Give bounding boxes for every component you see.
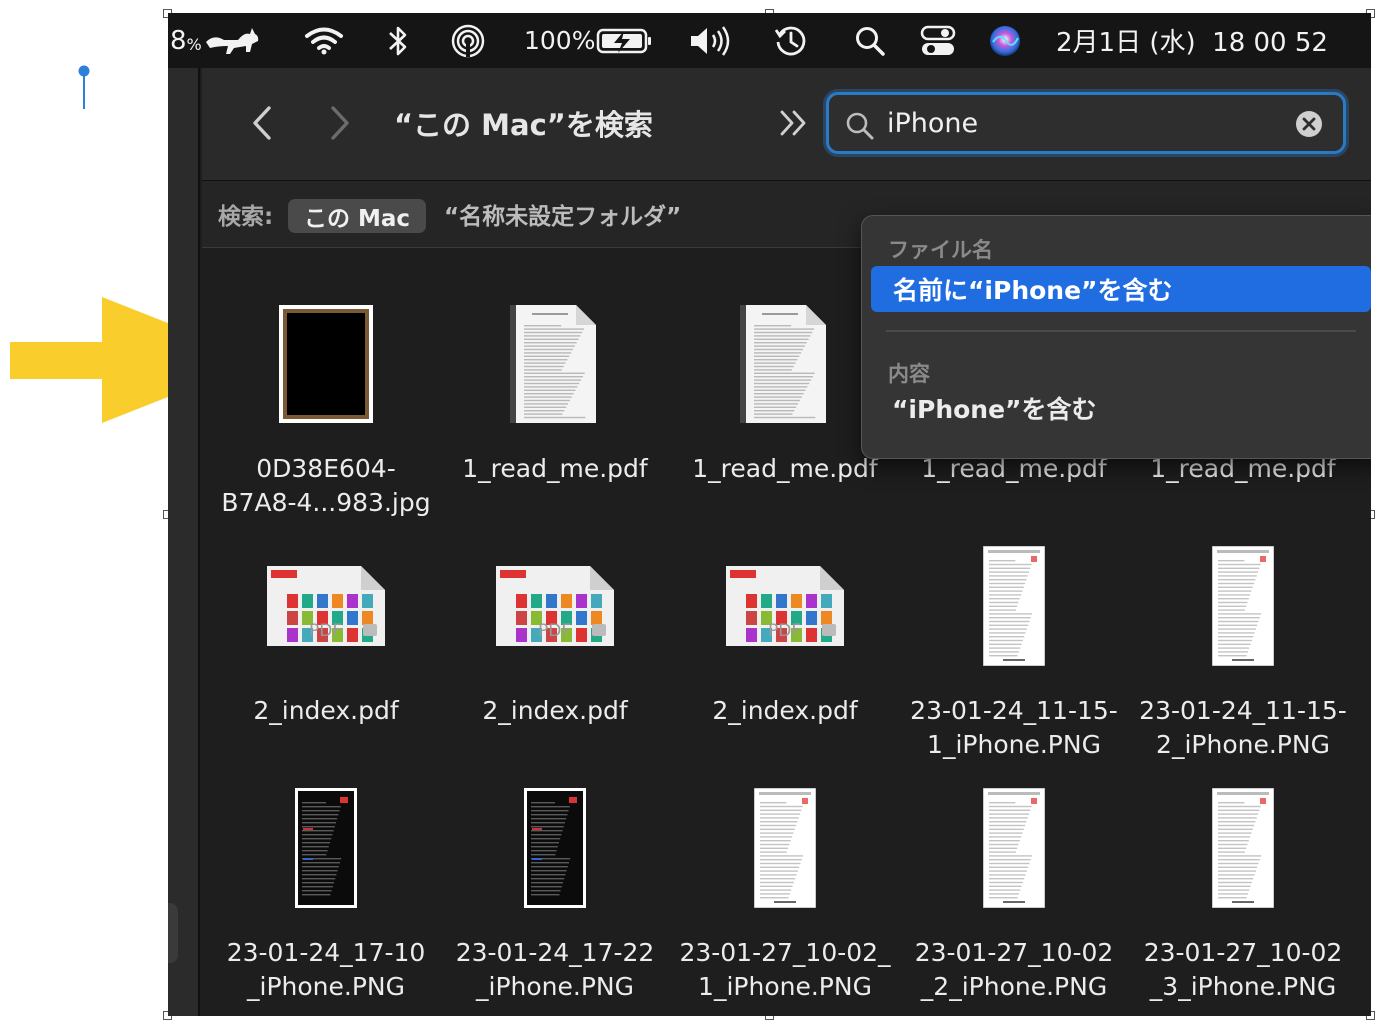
scope-this-mac-button[interactable]: この Mac (288, 199, 427, 233)
svg-text:PDF: PDF (768, 621, 801, 641)
search-suggestions-menu: ファイル名 名前に“iPhone”を含む 内容 “iPhone”を含む (861, 215, 1371, 459)
menu-separator (886, 330, 1356, 332)
file-thumbnail (1129, 542, 1357, 670)
search-icon (846, 112, 874, 140)
menu-bar: 8% 100% 2月1日 (水) 18 00 52 (168, 13, 1371, 68)
document-thumbnail (510, 305, 596, 423)
chevron-right-icon (331, 106, 349, 140)
file-name: 23-01-27_10-02 _3_iPhone.PNG (1143, 938, 1343, 1001)
file-name: 1_read_me.pdf (462, 454, 648, 483)
search-input[interactable] (887, 95, 1277, 151)
bluetooth-icon[interactable] (386, 13, 410, 68)
file-name: 23-01-24_17-10 _iPhone.PNG (226, 938, 426, 1001)
file-name: 23-01-24_11-15- 2_iPhone.PNG (1139, 696, 1347, 759)
volume-icon[interactable] (688, 13, 734, 68)
file-thumbnail: PDF (671, 542, 899, 670)
background-window-tab (168, 903, 178, 963)
file-name: 0D38E604- B7A8-4...983.jpg (221, 454, 431, 517)
pdf-thumbnail: PDF (496, 566, 614, 646)
phone-screenshot-thumbnail (524, 788, 586, 908)
toolbar-overflow-button[interactable] (774, 98, 814, 148)
phone-screenshot-thumbnail (754, 788, 816, 908)
time-machine-icon[interactable] (774, 13, 808, 68)
battery-charging-icon[interactable] (596, 13, 654, 68)
file-name: 23-01-24_11-15- 1_iPhone.PNG (910, 696, 1118, 759)
section-header-filename: ファイル名 (888, 238, 993, 262)
pdf-thumbnail: PDF (726, 566, 844, 646)
double-chevron-right-icon (780, 110, 806, 136)
siri-icon[interactable] (988, 13, 1022, 68)
suggestion-contents-contains[interactable]: “iPhone”を含む (892, 390, 1096, 426)
phone-screenshot-thumbnail (295, 788, 357, 908)
phone-screenshot-thumbnail (1212, 788, 1274, 908)
svg-text:PDF: PDF (309, 621, 342, 641)
finder-screenshot: 8% 100% 2月1日 (水) 18 00 52 “この Mac”を検索 iP… (168, 13, 1371, 1016)
airdrop-icon[interactable] (450, 13, 486, 68)
runcat-icon[interactable] (204, 13, 260, 68)
scope-folder-button[interactable]: “名称未設定フォルダ” (444, 181, 681, 247)
file-thumbnail (441, 300, 669, 428)
window-title: “この Mac”を検索 (394, 108, 653, 142)
background-window-edge (168, 68, 200, 1016)
file-name: 2_index.pdf (482, 696, 628, 725)
spotlight-icon[interactable] (854, 13, 886, 68)
file-name: 23-01-27_10-02 _2_iPhone.PNG (914, 938, 1114, 1001)
svg-text:PDF: PDF (538, 621, 571, 641)
scope-label: 検索: (218, 204, 274, 230)
wifi-icon[interactable] (304, 13, 344, 68)
file-thumbnail: PDF (212, 542, 440, 670)
file-name: 23-01-27_10-02_ 1_iPhone.PNG (679, 938, 891, 1001)
clear-search-icon[interactable] (1295, 110, 1323, 138)
file-thumbnail (212, 784, 440, 912)
file-thumbnail (1129, 784, 1357, 912)
file-name: 23-01-24_17-22 _iPhone.PNG (455, 938, 655, 1001)
photo-thumbnail (279, 305, 373, 423)
file-thumbnail: PDF (441, 542, 669, 670)
menu-clock[interactable]: 2月1日 (水) 18 00 52 (1056, 13, 1328, 68)
document-thumbnail (740, 305, 826, 423)
chevron-left-icon (253, 106, 271, 140)
file-name: 2_index.pdf (712, 696, 858, 725)
file-thumbnail (212, 300, 440, 428)
search-field[interactable] (826, 92, 1346, 154)
finder-toolbar: “この Mac”を検索 (202, 68, 1371, 181)
phone-screenshot-thumbnail (1212, 546, 1274, 666)
forward-button[interactable] (320, 98, 360, 148)
finder-window: “この Mac”を検索 検索: この Mac “名称未設定フォルダ” 0D38E… (202, 68, 1371, 1016)
battery-status: 8% (170, 25, 202, 56)
section-header-contents: 内容 (888, 362, 930, 386)
file-thumbnail (671, 784, 899, 912)
file-name: 2_index.pdf (253, 696, 399, 725)
file-thumbnail (900, 784, 1128, 912)
pin-icon[interactable] (78, 64, 90, 110)
phone-screenshot-thumbnail (983, 788, 1045, 908)
suggestion-name-contains[interactable]: 名前に“iPhone”を含む (871, 266, 1371, 312)
control-center-icon[interactable] (920, 13, 956, 68)
battery-percent: 100% (524, 26, 596, 55)
back-button[interactable] (242, 98, 282, 148)
phone-screenshot-thumbnail (983, 546, 1045, 666)
file-thumbnail (441, 784, 669, 912)
pdf-thumbnail: PDF (267, 566, 385, 646)
file-thumbnail (900, 542, 1128, 670)
